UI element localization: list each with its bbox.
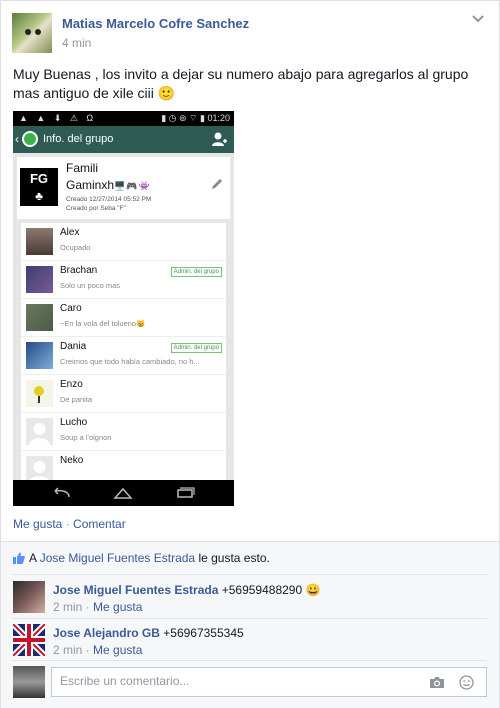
member-avatar	[26, 266, 53, 293]
member-row: Alex Ocupado	[21, 223, 226, 261]
comment-like-button[interactable]: Me gusta	[93, 643, 142, 657]
liker-name[interactable]: Jose Miguel Fuentes Estrada	[40, 551, 195, 565]
status-icons: ▲ ▲ ⬇ ⚠ Ω	[19, 113, 97, 123]
status-time: 01:20	[207, 113, 230, 123]
group-meta: Creado 12/27/2014 05:52 PM Creado por Se…	[66, 196, 152, 212]
divider	[13, 618, 487, 619]
status-icons-right: ▮ ◷ ⊚ ⌔ ▮	[161, 113, 208, 123]
back-arrow-icon: ‹	[15, 132, 19, 146]
member-avatar	[26, 342, 53, 369]
likes-summary: A Jose Miguel Fuentes Estrada le gusta e…	[13, 551, 270, 565]
author-avatar[interactable]	[12, 13, 52, 53]
chevron-down-icon[interactable]	[471, 13, 485, 25]
add-participant-icon	[212, 132, 227, 146]
member-row: Caro ~En la vola del tolueno😸	[21, 299, 226, 337]
group-card: FG ♣ Famili Gaminxh🖥️🎮👾 Creado 12/27/201…	[17, 157, 230, 219]
group-info: FG ♣ Famili Gaminxh🖥️🎮👾 Creado 12/27/201…	[13, 153, 234, 480]
comment-time[interactable]: 2 min	[53, 643, 82, 657]
android-nav-bar	[13, 480, 234, 506]
comment-time[interactable]: 2 min	[53, 600, 82, 614]
member-row: Lucho Soup a l'oignon	[21, 413, 226, 451]
commenter-avatar[interactable]	[13, 581, 45, 613]
divider	[13, 660, 487, 661]
post-author[interactable]: Matias Marcelo Cofre Sanchez	[62, 16, 249, 31]
comment-text: +56959488290 😀	[218, 583, 321, 597]
post-text: Muy Buenas , los invito a dejar su numer…	[13, 66, 469, 101]
back-icon	[54, 487, 70, 498]
comment-input[interactable]	[60, 674, 410, 688]
member-row: Dania Creimos que todo había cambiado, n…	[21, 337, 226, 375]
home-icon	[113, 487, 133, 499]
recent-apps-icon	[177, 487, 195, 498]
camera-icon[interactable]	[429, 676, 445, 689]
post-actions: Me gusta · Comentar	[13, 517, 126, 531]
member-row: Neko	[21, 451, 226, 480]
commenter-avatar[interactable]	[13, 624, 45, 656]
member-row: Enzo De panita	[21, 375, 226, 413]
member-list: Alex Ocupado Brachan Solo un poco mas Ad…	[21, 223, 226, 480]
default-avatar-icon	[26, 456, 53, 480]
comment-button[interactable]: Comentar	[73, 517, 126, 531]
current-user-avatar	[13, 666, 45, 698]
comment-text: +56967355345	[159, 626, 244, 640]
whatsapp-logo-icon	[22, 131, 38, 147]
admin-badge: Admin. del grupo	[170, 343, 222, 353]
admin-badge: Admin. del grupo	[170, 267, 222, 277]
comment-author[interactable]: Jose Miguel Fuentes Estrada	[53, 583, 218, 597]
member-row: Brachan Solo un poco mas Admin. del grup…	[21, 261, 226, 299]
comment-box	[51, 667, 487, 697]
comments-section: A Jose Miguel Fuentes Estrada le gusta e…	[1, 541, 499, 708]
action-separator: ·	[62, 517, 74, 531]
post-time[interactable]: 4 min	[62, 36, 91, 50]
comment-author[interactable]: Jose Alejandro GB	[53, 626, 160, 640]
like-button[interactable]: Me gusta	[13, 517, 62, 531]
whatsapp-header: ‹ Info. del grupo	[13, 126, 234, 153]
whatsapp-title: Info. del grupo	[43, 133, 114, 145]
feed-post: Matias Marcelo Cofre Sanchez 4 min Muy B…	[0, 0, 500, 708]
thumbs-up-icon	[13, 552, 25, 564]
emoji-icon[interactable]	[459, 675, 474, 690]
pencil-icon	[212, 179, 222, 189]
group-logo: FG ♣	[20, 168, 58, 206]
member-avatar	[26, 304, 53, 331]
post-photo[interactable]: ▲ ▲ ⬇ ⚠ Ω ▮ ◷ ⊚ ⌔ ▮ 01:20 ‹ Info. del gr…	[13, 111, 234, 506]
member-avatar	[26, 228, 53, 255]
member-avatar	[26, 380, 53, 407]
phone-status-bar: ▲ ▲ ⬇ ⚠ Ω ▮ ◷ ⊚ ⌔ ▮ 01:20	[13, 111, 234, 126]
group-name: Famili Gaminxh🖥️🎮👾	[66, 161, 151, 192]
default-avatar-icon	[26, 418, 53, 445]
comment-like-button[interactable]: Me gusta	[93, 600, 142, 614]
divider	[13, 574, 487, 575]
